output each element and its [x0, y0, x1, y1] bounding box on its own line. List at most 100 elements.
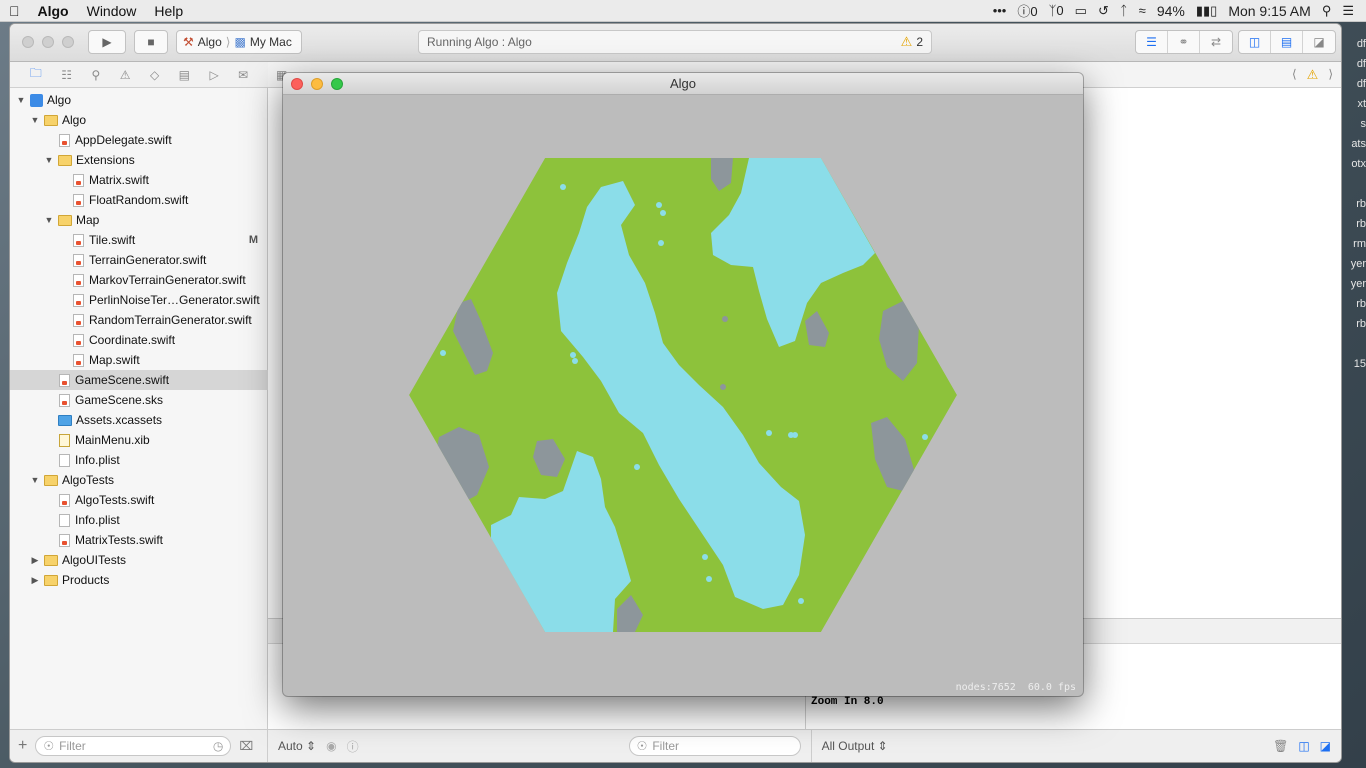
- desktop-item-label[interactable]: yer: [1340, 278, 1366, 290]
- menu-window[interactable]: Window: [78, 3, 146, 19]
- disclosure-triangle-icon[interactable]: ▶: [30, 575, 40, 586]
- desktop-item-label[interactable]: rm: [1340, 238, 1366, 250]
- navigator-item[interactable]: ▶ AlgoUITests: [10, 550, 268, 570]
- navigator-filter-field[interactable]: ☉ Filter ◷: [35, 736, 232, 756]
- wifi-icon[interactable]: ≈: [1139, 3, 1146, 18]
- navigator-item[interactable]: MainMenu.xib: [10, 430, 268, 450]
- disclosure-triangle-icon[interactable]: ▼: [16, 95, 26, 105]
- xcode-minimize-button[interactable]: [42, 36, 54, 48]
- stop-button[interactable]: ■: [134, 30, 168, 54]
- navigator-item[interactable]: RandomTerrainGenerator.swift: [10, 310, 268, 330]
- navigator-item[interactable]: ▼ Extensions: [10, 150, 268, 170]
- apple-menu-icon[interactable]: : [0, 3, 29, 19]
- desktop-item-label[interactable]: s: [1340, 118, 1366, 130]
- navigator-item[interactable]: TerrainGenerator.swift: [10, 250, 268, 270]
- status-alert-icon[interactable]: ⓘ0: [1017, 1, 1037, 20]
- jump-warning-icon[interactable]: ⚠: [1307, 67, 1319, 83]
- symbol-navigator-icon[interactable]: ☷: [61, 68, 72, 82]
- toggle-navigator-icon[interactable]: ◫: [1239, 31, 1271, 53]
- navigator-item[interactable]: FloatRandom.swift: [10, 190, 268, 210]
- navigator-item[interactable]: Tile.swift M: [10, 230, 268, 250]
- disclosure-triangle-icon[interactable]: ▼: [30, 115, 40, 125]
- assistant-editor-icon[interactable]: ⚭: [1168, 31, 1200, 53]
- navigator-item[interactable]: GameScene.sks: [10, 390, 268, 410]
- desktop-item-label[interactable]: rb: [1340, 218, 1366, 230]
- navigator-item[interactable]: Info.plist: [10, 450, 268, 470]
- sprite-kit-scene[interactable]: [283, 95, 1083, 696]
- airplay-icon[interactable]: ▭: [1075, 3, 1087, 19]
- navigator-item[interactable]: Coordinate.swift: [10, 330, 268, 350]
- trash-icon[interactable]: 🗑: [1273, 739, 1288, 753]
- battery-percent[interactable]: 94%: [1157, 3, 1185, 19]
- navigator-item[interactable]: ▼ AlgoTests: [10, 470, 268, 490]
- console-toggle-icon[interactable]: ◪: [1320, 739, 1331, 753]
- navigator-item[interactable]: ▼ Map: [10, 210, 268, 230]
- breakpoint-navigator-icon[interactable]: ▷: [209, 68, 218, 82]
- desktop-item-label[interactable]: rb: [1340, 318, 1366, 330]
- previous-issue-icon[interactable]: ⟨: [1292, 67, 1297, 83]
- git-branch-icon[interactable]: ᛉ0: [1049, 3, 1064, 18]
- navigator-item[interactable]: Matrix.swift: [10, 170, 268, 190]
- report-navigator-icon[interactable]: ✉: [238, 68, 248, 82]
- scheme-selector[interactable]: ⚒ Algo ⟩ ▩ My Mac: [176, 30, 302, 54]
- toggle-utilities-icon[interactable]: ◪: [1303, 31, 1335, 53]
- navigator-item[interactable]: MarkovTerrainGenerator.swift: [10, 270, 268, 290]
- variables-filter-field[interactable]: ☉ Filter: [628, 736, 801, 756]
- variables-toggle-icon[interactable]: ◫: [1298, 739, 1309, 753]
- next-issue-icon[interactable]: ⟩: [1328, 67, 1333, 83]
- menu-clock[interactable]: Mon 9:15 AM: [1228, 3, 1311, 19]
- project-navigator-icon[interactable]: 🗀: [30, 64, 42, 85]
- desktop-item-label[interactable]: df: [1340, 38, 1366, 50]
- notification-center-icon[interactable]: ☰: [1342, 3, 1354, 19]
- navigator-item[interactable]: GameScene.swift: [10, 370, 268, 390]
- standard-editor-icon[interactable]: ☰: [1136, 31, 1168, 53]
- disclosure-triangle-icon[interactable]: ▼: [30, 475, 40, 485]
- xcode-zoom-button[interactable]: [62, 36, 74, 48]
- more-icon[interactable]: •••: [993, 3, 1007, 18]
- battery-icon[interactable]: ▮▮▯: [1196, 3, 1217, 19]
- warning-indicator[interactable]: ⚠ 2: [901, 34, 923, 50]
- activity-viewer[interactable]: Running Algo : Algo ⚠ 2: [418, 30, 932, 54]
- navigator-item[interactable]: AppDelegate.swift: [10, 130, 268, 150]
- menu-help[interactable]: Help: [145, 3, 192, 19]
- desktop-item-label[interactable]: rb: [1340, 298, 1366, 310]
- algo-zoom-button[interactable]: [331, 78, 343, 90]
- disclosure-triangle-icon[interactable]: ▼: [44, 215, 54, 225]
- run-button[interactable]: ▶: [88, 30, 126, 54]
- navigator-item[interactable]: ▶ Products: [10, 570, 268, 590]
- algo-close-button[interactable]: [291, 78, 303, 90]
- auto-variables-popup[interactable]: Auto ⇕: [278, 739, 316, 753]
- navigator-item[interactable]: ▼ Algo: [10, 90, 268, 110]
- version-editor-icon[interactable]: ⇄: [1200, 31, 1232, 53]
- spotlight-search-icon[interactable]: ⚲: [1322, 3, 1332, 19]
- debug-navigator-icon[interactable]: ▤: [179, 68, 190, 82]
- algo-minimize-button[interactable]: [311, 78, 323, 90]
- desktop-item-label[interactable]: xt: [1340, 98, 1366, 110]
- desktop-item-label[interactable]: df: [1340, 78, 1366, 90]
- desktop-item-label[interactable]: ats: [1340, 138, 1366, 150]
- bluetooth-icon[interactable]: ᛏ: [1120, 3, 1128, 18]
- desktop-item-label[interactable]: df: [1340, 58, 1366, 70]
- navigator-item[interactable]: AlgoTests.swift: [10, 490, 268, 510]
- menu-app-name[interactable]: Algo: [29, 3, 78, 19]
- disclosure-triangle-icon[interactable]: ▶: [30, 555, 40, 566]
- desktop-item-label[interactable]: rb: [1340, 198, 1366, 210]
- desktop-item-label[interactable]: 15: [1340, 358, 1366, 370]
- info-icon[interactable]: ⓘ: [347, 738, 359, 755]
- navigator-item[interactable]: PerlinNoiseTer…Generator.swift: [10, 290, 268, 310]
- desktop-item-label[interactable]: otx: [1340, 158, 1366, 170]
- recent-files-icon[interactable]: ◷: [213, 739, 223, 753]
- navigator-item[interactable]: Assets.xcassets: [10, 410, 268, 430]
- algo-title-bar[interactable]: Algo: [283, 73, 1083, 95]
- quick-look-icon[interactable]: ◉: [326, 739, 336, 753]
- navigator-item[interactable]: Map.swift: [10, 350, 268, 370]
- navigator-item[interactable]: ▼ Algo: [10, 110, 268, 130]
- console-output-popup[interactable]: All Output ⇕: [822, 739, 888, 753]
- time-machine-icon[interactable]: ↺: [1098, 3, 1109, 19]
- navigator-item[interactable]: Info.plist: [10, 510, 268, 530]
- xcode-close-button[interactable]: [22, 36, 34, 48]
- desktop-item-label[interactable]: yer: [1340, 258, 1366, 270]
- navigator-item[interactable]: MatrixTests.swift: [10, 530, 268, 550]
- add-icon[interactable]: +: [18, 737, 27, 755]
- issue-navigator-icon[interactable]: ⚠: [120, 68, 131, 82]
